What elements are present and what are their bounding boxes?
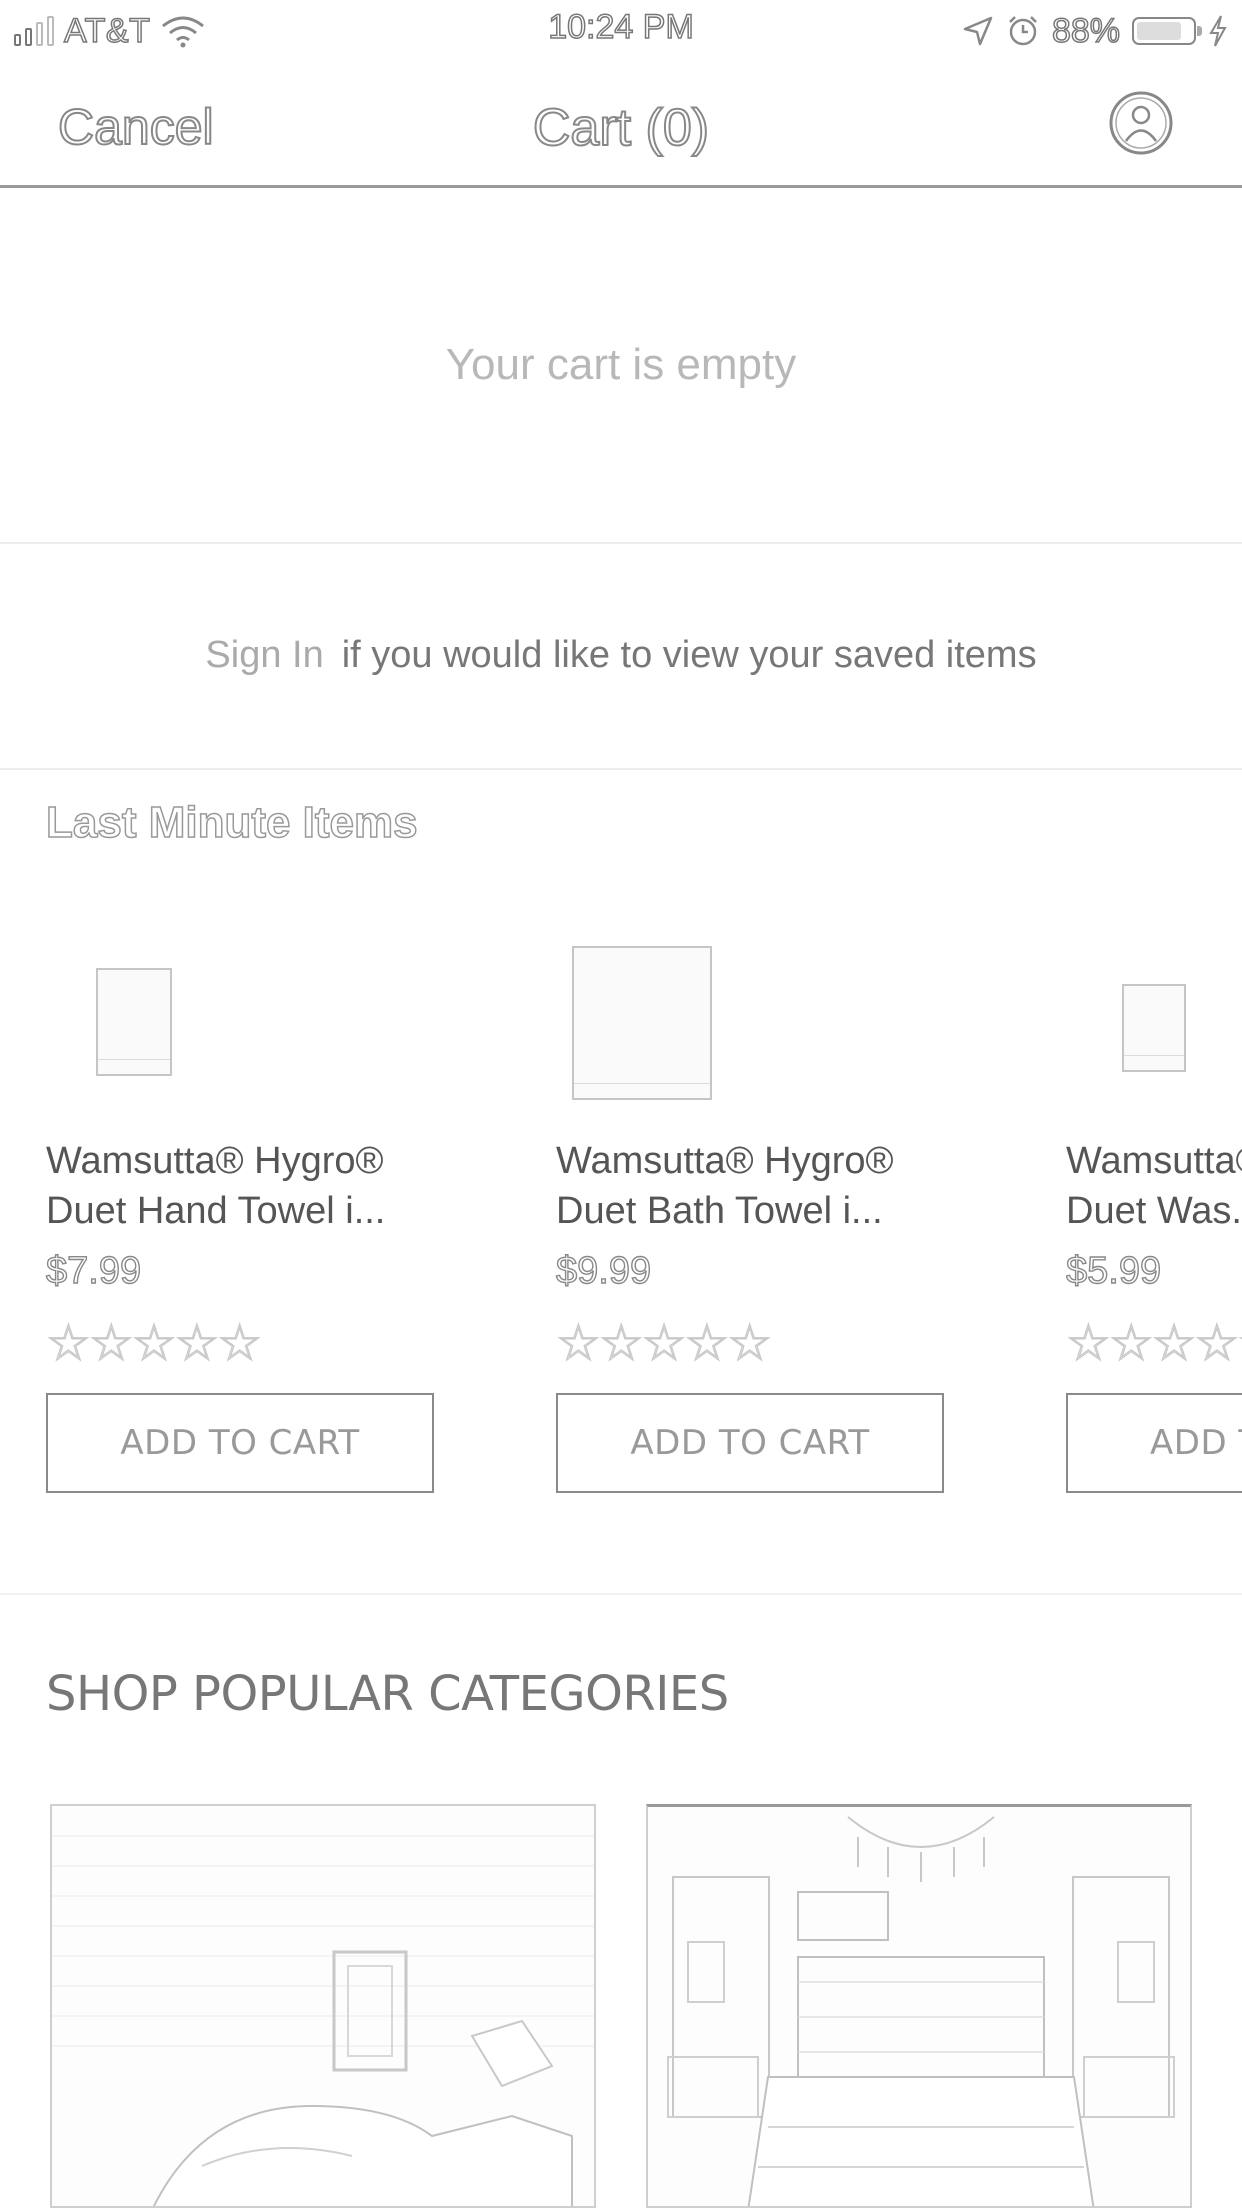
product-card[interactable]: Wamsutta® Hygro® Duet Hand Towel i... $7… [45,930,466,1493]
add-to-cart-button[interactable]: ADD TO CART [1066,1393,1242,1493]
section-divider [0,1593,1242,1595]
empty-cart-section: Your cart is empty [0,190,1242,544]
category-tile[interactable] [50,1804,596,2208]
product-image[interactable] [556,930,976,1100]
signin-message: if you would like to view your saved ite… [341,634,1037,676]
product-name[interactable]: Wamsutta® Hygro® Duet Hand Towel i... [46,1136,466,1236]
bath-towel-image [572,946,712,1100]
hand-towel-image [96,968,172,1076]
battery-percent: 88% [1051,11,1121,51]
cancel-button[interactable]: Cancel [57,98,215,156]
product-card[interactable]: Wamsutta® Hygro® Duet Was... $5.99 ☆☆☆☆☆… [1066,930,1242,1530]
account-icon[interactable] [1108,90,1174,156]
status-right: 88% [962,8,1228,54]
product-image[interactable] [46,930,466,1100]
add-to-cart-button[interactable]: ADD TO CART [46,1393,434,1493]
signin-line: Sign In if you would like to view your sa… [0,634,1242,677]
product-price: $7.99 [45,1249,142,1292]
star-rating: ☆☆☆☆☆ [1066,1314,1242,1371]
star-rating: ☆☆☆☆☆ [45,1314,262,1371]
product-image[interactable] [1066,930,1242,1100]
category-tile[interactable] [646,1804,1192,2208]
nav-bar: Cancel Cart (0) [0,62,1242,188]
category-tile-bedding-image [667,1816,1175,2206]
add-to-cart-button[interactable]: ADD TO CART [556,1393,944,1493]
categories-heading: SHOP POPULAR CATEGORIES [46,1666,729,1722]
location-icon [963,16,993,46]
status-bar: AT&T 10:24 PM 88% [0,0,1242,62]
product-price: $5.99 [1066,1249,1162,1292]
alarm-icon [1009,16,1037,46]
star-rating: ☆☆☆☆☆ [555,1314,772,1371]
washcloth-image [1122,984,1186,1072]
last-minute-heading: Last Minute Items [45,797,418,848]
charging-icon [1209,15,1227,47]
category-tile-bedroom-image [52,1835,594,2206]
sign-in-link[interactable]: Sign In [205,634,323,676]
product-card[interactable]: Wamsutta® Hygro® Duet Bath Towel i... $9… [555,930,976,1493]
empty-cart-message: Your cart is empty [445,340,797,389]
battery-icon [1132,17,1202,45]
product-price: $9.99 [555,1249,652,1292]
product-name[interactable]: Wamsutta® Hygro® Duet Was... [1066,1136,1242,1236]
product-name[interactable]: Wamsutta® Hygro® Duet Bath Towel i... [556,1136,976,1236]
signin-prompt: Sign In if you would like to view your sa… [0,544,1242,770]
